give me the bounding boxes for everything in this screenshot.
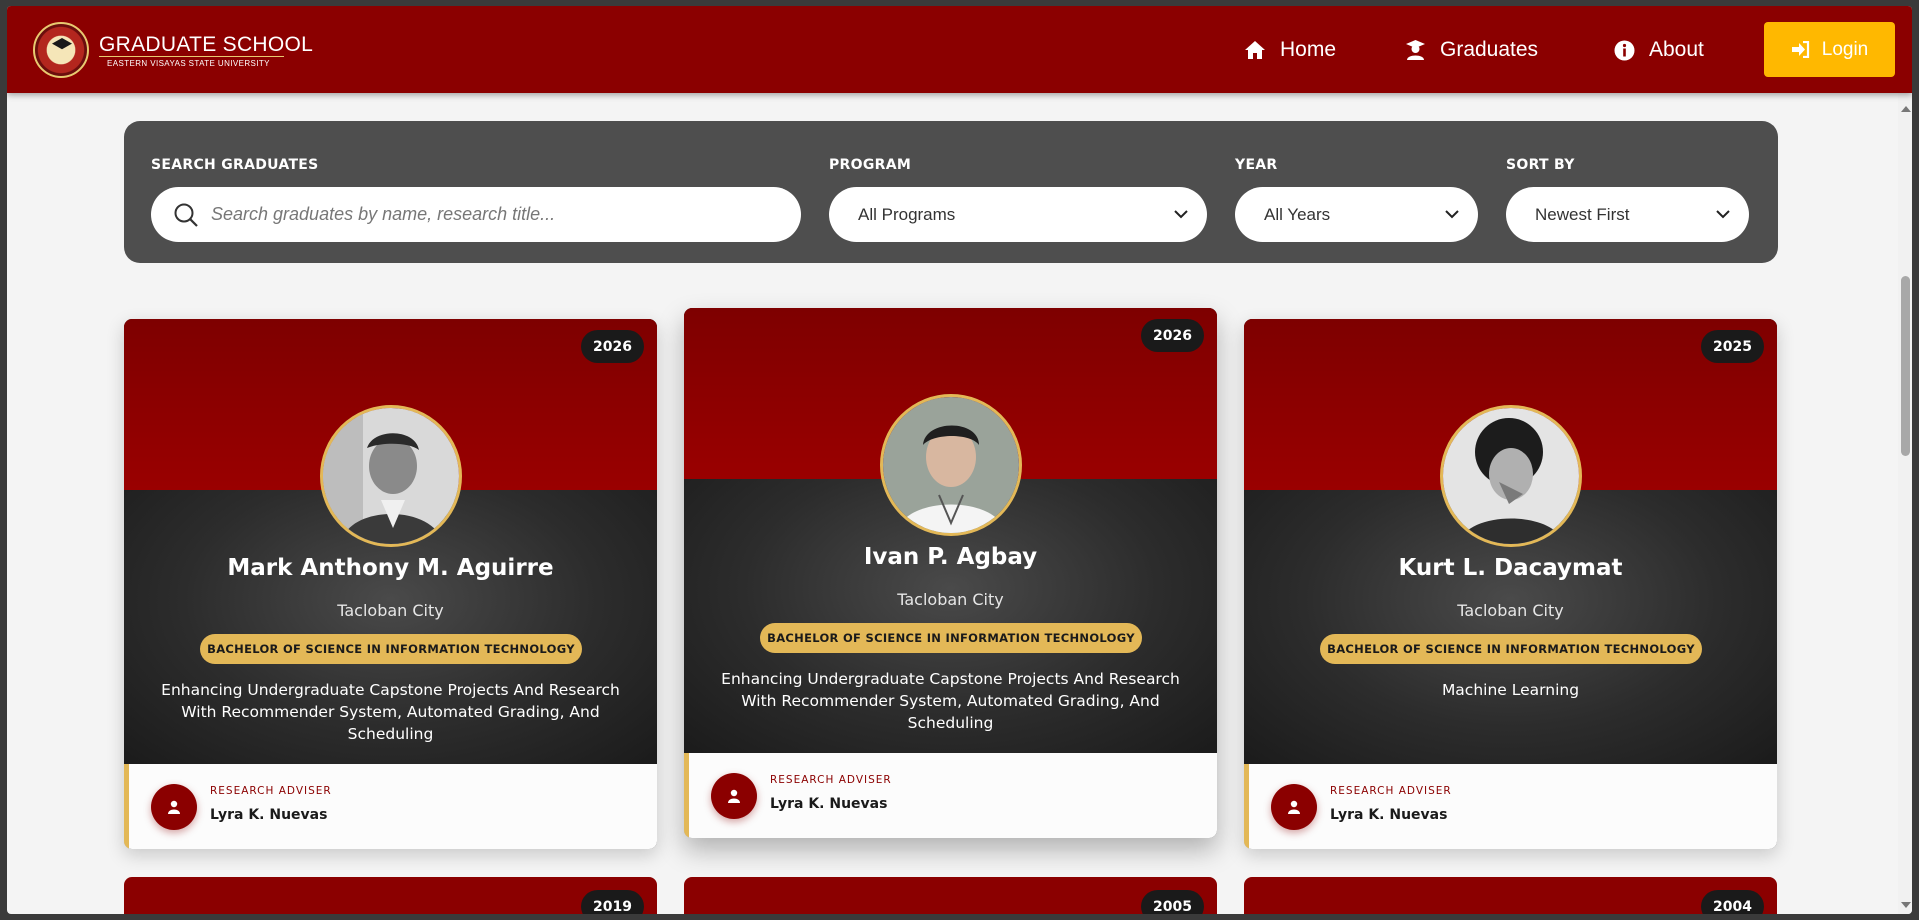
- adviser-name: Lyra K. Nuevas: [210, 807, 328, 823]
- search-input[interactable]: Search graduates by name, research title…: [151, 187, 801, 242]
- chevron-down-icon: [1445, 210, 1459, 219]
- adviser-section: RESEARCH ADVISER Lyra K. Nuevas: [1244, 764, 1777, 849]
- sort-label: SORT BY: [1506, 157, 1575, 173]
- nav-graduates-label: Graduates: [1440, 38, 1539, 61]
- nav-home-label: Home: [1280, 38, 1337, 61]
- program-badge: BACHELOR OF SCIENCE IN INFORMATION TECHN…: [200, 634, 582, 664]
- year-badge: 2026: [581, 330, 644, 363]
- year-badge: 2019: [581, 890, 644, 914]
- graduate-name: Kurt L. Dacaymat: [1398, 555, 1623, 581]
- chevron-down-icon: [1716, 210, 1730, 219]
- year-select[interactable]: All Years: [1235, 187, 1478, 242]
- scroll-up-arrow-icon[interactable]: [1901, 106, 1911, 112]
- graduate-photo: [320, 405, 462, 547]
- scrollbar-thumb[interactable]: [1901, 276, 1910, 456]
- nav-home[interactable]: Home: [1244, 38, 1336, 62]
- graduate-city: Tacloban City: [897, 590, 1004, 609]
- graduate-photo: [880, 394, 1022, 536]
- research-title: Enhancing Undergraduate Capstone Project…: [721, 670, 1180, 732]
- graduate-photo: [1440, 405, 1582, 547]
- adviser-section: RESEARCH ADVISER Lyra K. Nuevas: [124, 764, 657, 849]
- login-label: Login: [1821, 38, 1869, 60]
- graduate-city: Tacloban City: [1457, 601, 1564, 620]
- adviser-name: Lyra K. Nuevas: [1330, 807, 1448, 823]
- nav-graduates[interactable]: Graduates: [1405, 38, 1538, 62]
- adviser-label: RESEARCH ADVISER: [770, 774, 892, 786]
- brand-subtitle: EASTERN VISAYAS STATE UNIVERSITY: [107, 59, 270, 68]
- graduate-city: Tacloban City: [337, 601, 444, 620]
- nav-about-label: About: [1649, 38, 1704, 61]
- research-title: Enhancing Undergraduate Capstone Project…: [161, 681, 620, 743]
- search-placeholder: Search graduates by name, research title…: [211, 204, 556, 224]
- graduate-card[interactable]: 2026 Ivan P. Agbay Tacloban City BACHELO…: [684, 308, 1217, 838]
- program-badge: BACHELOR OF SCIENCE IN INFORMATION TECHN…: [1320, 634, 1702, 664]
- graduate-card[interactable]: 2025 Kurt L. Dacaymat Tacloban City BACH…: [1244, 319, 1777, 849]
- login-button[interactable]: Login: [1764, 22, 1895, 77]
- browser-window: GRADUATE SCHOOL EASTERN VISAYAS STATE UN…: [7, 6, 1912, 914]
- graduate-icon: [1406, 40, 1425, 60]
- user-icon: [711, 773, 757, 819]
- adviser-section: RESEARCH ADVISER Lyra K. Nuevas: [684, 753, 1217, 838]
- graduation-cap-icon: [52, 38, 72, 50]
- graduate-card[interactable]: 2026 Mark Anthony M. Aguirre Tacloban Ci…: [124, 319, 657, 849]
- login-icon: [1791, 41, 1809, 58]
- user-icon: [1271, 784, 1317, 830]
- info-icon: [1614, 40, 1635, 60]
- year-value: All Years: [1264, 204, 1331, 224]
- nav-about[interactable]: About: [1614, 38, 1704, 62]
- scrollbar-track[interactable]: [1898, 93, 1912, 914]
- user-icon: [151, 784, 197, 830]
- year-label: YEAR: [1235, 157, 1278, 173]
- filter-panel: SEARCH GRADUATES Search graduates by nam…: [124, 121, 1778, 263]
- year-badge: 2025: [1701, 330, 1764, 363]
- adviser-label: RESEARCH ADVISER: [1330, 785, 1452, 797]
- chevron-down-icon: [1174, 210, 1188, 219]
- graduate-card[interactable]: 2005: [684, 877, 1217, 914]
- adviser-label: RESEARCH ADVISER: [210, 785, 332, 797]
- university-logo[interactable]: [33, 22, 89, 78]
- graduate-card[interactable]: 2019: [124, 877, 657, 914]
- program-badge: BACHELOR OF SCIENCE IN INFORMATION TECHN…: [760, 623, 1142, 653]
- sort-value: Newest First: [1535, 204, 1630, 224]
- graduate-name: Ivan P. Agbay: [863, 544, 1038, 570]
- program-label: PROGRAM: [829, 157, 912, 173]
- graduate-name: Mark Anthony M. Aguirre: [227, 555, 554, 581]
- home-icon: [1245, 41, 1265, 59]
- year-badge: 2005: [1141, 890, 1204, 914]
- brand-divider: [99, 56, 284, 57]
- search-label: SEARCH GRADUATES: [151, 157, 319, 173]
- scroll-down-arrow-icon[interactable]: [1901, 902, 1911, 908]
- program-value: All Programs: [858, 204, 956, 224]
- year-badge: 2004: [1701, 890, 1764, 914]
- top-navbar: GRADUATE SCHOOL EASTERN VISAYAS STATE UN…: [7, 6, 1912, 93]
- graduate-card[interactable]: 2004: [1244, 877, 1777, 914]
- research-title: Machine Learning: [1441, 681, 1580, 699]
- brand-title: GRADUATE SCHOOL: [99, 33, 314, 56]
- program-select[interactable]: All Programs: [829, 187, 1207, 242]
- year-badge: 2026: [1141, 319, 1204, 352]
- adviser-name: Lyra K. Nuevas: [770, 796, 888, 812]
- sort-select[interactable]: Newest First: [1506, 187, 1749, 242]
- search-icon: [174, 203, 198, 227]
